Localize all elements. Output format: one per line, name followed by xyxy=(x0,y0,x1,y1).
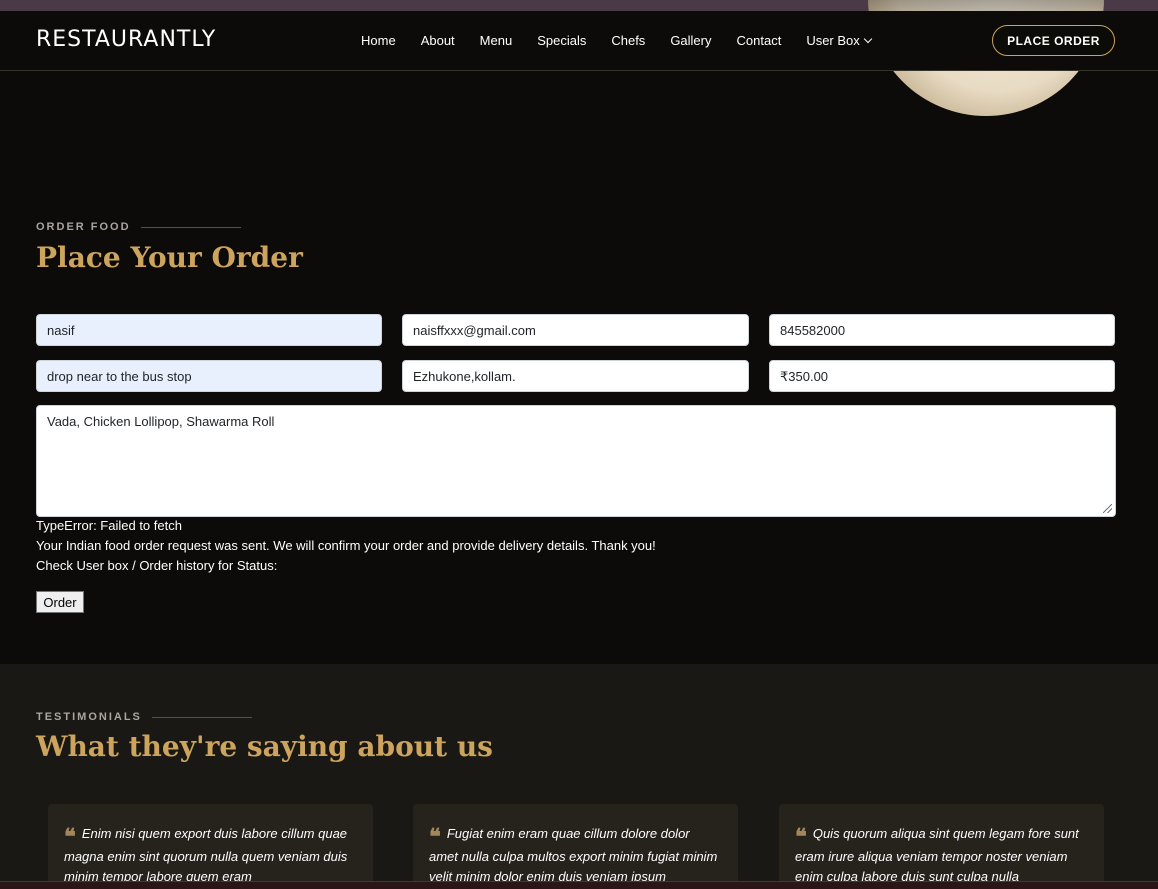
quote-icon: ❝ xyxy=(795,824,807,850)
testimonial-text: Enim nisi quem export duis labore cillum… xyxy=(64,826,348,884)
phone-input[interactable]: 845582000 xyxy=(769,314,1115,346)
resize-handle-icon[interactable] xyxy=(1103,504,1112,513)
place-order-button[interactable]: PLACE ORDER xyxy=(992,25,1115,56)
quote-icon: ❝ xyxy=(429,824,441,850)
price-input[interactable]: ₹350.00 xyxy=(769,360,1115,392)
divider-line xyxy=(151,716,252,718)
nav-chefs[interactable]: Chefs xyxy=(611,33,645,48)
testimonials-tag-label: TESTIMONIALS xyxy=(36,711,142,723)
order-button[interactable]: Order xyxy=(36,591,84,613)
order-items-textarea[interactable]: Vada, Chicken Lollipop, Shawarma Roll xyxy=(36,405,1116,517)
nav-specials[interactable]: Specials xyxy=(537,33,586,48)
testimonial-card: ❝ Fugiat enim eram quae cillum dolore dol… xyxy=(413,804,738,889)
nav-menu[interactable]: Menu xyxy=(480,33,513,48)
testimonial-text: Fugiat enim eram quae cillum dolore dolo… xyxy=(429,826,718,884)
order-items-text: Vada, Chicken Lollipop, Shawarma Roll xyxy=(47,414,275,429)
nav-home[interactable]: Home xyxy=(361,33,396,48)
testimonial-text: Quis quorum aliqua sint quem legam fore … xyxy=(795,826,1079,884)
nav-user-box-label: User Box xyxy=(806,33,860,48)
nav-contact[interactable]: Contact xyxy=(737,33,782,48)
site-logo[interactable]: RESTAURANTLY xyxy=(36,27,216,52)
quote-icon: ❝ xyxy=(64,824,76,850)
error-message: TypeError: Failed to fetch xyxy=(36,518,182,533)
status-message: Check User box / Order history for Statu… xyxy=(36,558,278,573)
testimonials-section: TESTIMONIALS What they're saying about u… xyxy=(0,664,1158,889)
order-section-tag-label: ORDER FOOD xyxy=(36,221,131,233)
testimonials-tag: TESTIMONIALS xyxy=(36,711,252,723)
testimonial-card: ❝ Enim nisi quem export duis labore cillu… xyxy=(48,804,373,889)
testimonials-title: What they're saying about us xyxy=(36,730,493,763)
window-bottom-bar xyxy=(0,881,1158,889)
site-header: RESTAURANTLY Home About Menu Specials Ch… xyxy=(0,11,1158,71)
chevron-down-icon xyxy=(863,34,873,43)
delivery-note-input[interactable]: drop near to the bus stop xyxy=(36,360,382,392)
main-nav: Home About Menu Specials Chefs Gallery C… xyxy=(361,33,896,48)
name-input[interactable]: nasif xyxy=(36,314,382,346)
testimonial-card: ❝ Quis quorum aliqua sint quem legam fore… xyxy=(779,804,1104,889)
divider-line xyxy=(140,226,241,228)
email-input[interactable]: naisffxxx@gmail.com xyxy=(402,314,749,346)
nav-user-box[interactable]: User Box xyxy=(806,33,873,48)
address-input[interactable]: Ezhukone,kollam. xyxy=(402,360,749,392)
nav-about[interactable]: About xyxy=(421,33,455,48)
order-section-tag: ORDER FOOD xyxy=(36,221,241,233)
confirmation-message: Your Indian food order request was sent.… xyxy=(36,538,656,553)
nav-gallery[interactable]: Gallery xyxy=(670,33,711,48)
order-section-title: Place Your Order xyxy=(36,241,303,274)
